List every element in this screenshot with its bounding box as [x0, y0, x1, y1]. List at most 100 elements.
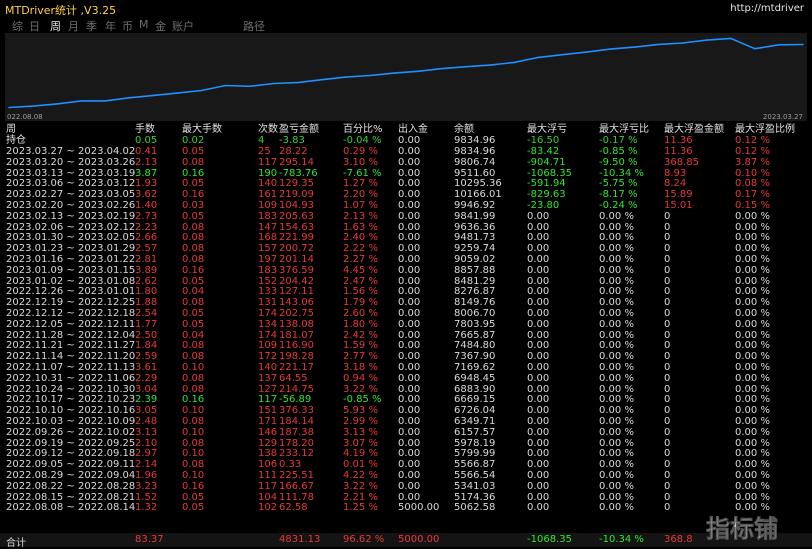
equity-point	[32, 105, 34, 107]
cell-max-loss: 0.00	[527, 372, 550, 384]
equity-point	[489, 64, 492, 66]
equity-point	[465, 65, 468, 68]
total-pnl: 4831.13	[279, 534, 321, 545]
tab-6[interactable]: 币	[122, 18, 133, 34]
cell-pct: 2.13 %	[343, 210, 378, 222]
cell-week: 2022.08.22 ~ 2022.08.28	[6, 480, 136, 492]
tab-9[interactable]: 账户	[172, 18, 194, 34]
cell-week: 2022.10.31 ~ 2022.11.06	[6, 372, 136, 384]
cell-max-loss: 0.00	[527, 480, 550, 492]
equity-point	[104, 100, 106, 102]
total-io: 5000.00	[398, 534, 440, 545]
tab-4[interactable]: 季	[86, 18, 97, 34]
equity-point	[80, 100, 82, 102]
url-link[interactable]: http://mtdriver	[730, 3, 804, 14]
equity-point	[272, 82, 275, 85]
watermark-logo: 指标铺	[706, 515, 779, 543]
cell-max-profit-pct: 0.00 %	[735, 480, 770, 492]
tab-2[interactable]: 周	[50, 18, 61, 34]
cell-max-loss-pct: 0.00 %	[599, 264, 634, 276]
cell-max-lots: 0.05	[182, 502, 205, 514]
equity-point	[393, 72, 395, 74]
equity-point	[296, 81, 299, 84]
cell-lots: 3.89	[135, 264, 158, 276]
equity-point	[633, 46, 636, 48]
equity-point	[152, 94, 155, 97]
cell-max-profit: 0	[664, 264, 671, 276]
cell-max-loss-pct: 0.00 %	[599, 480, 634, 492]
equity-point	[802, 43, 804, 46]
cell-max-loss: 0.00	[527, 502, 550, 514]
title-bar: MTDriver统计 ,V3.25 http://mtdriver	[0, 0, 812, 17]
equity-point	[561, 53, 564, 56]
cell-pnl: 187.38	[279, 426, 314, 438]
cell-balance: 6157.57	[454, 426, 496, 438]
cell-max-profit: 0	[664, 372, 671, 384]
cell-week: 2022.09.26 ~ 2022.10.02	[6, 426, 136, 438]
cell-max-profit: 0	[664, 210, 671, 222]
tab-1[interactable]: 日	[29, 18, 40, 34]
equity-point	[537, 56, 540, 59]
total-pct: 96.62 %	[343, 534, 385, 545]
equity-point	[513, 61, 516, 64]
cell-pct: 3.13 %	[343, 426, 378, 438]
tab-3[interactable]: 月	[68, 18, 79, 34]
cell-lots: 2.29	[135, 372, 158, 384]
cell-max-loss: 0.00	[527, 264, 550, 276]
cell-max-profit: 368.85	[664, 156, 699, 168]
cell-count: 102	[258, 502, 278, 514]
cell-pct: 3.10 %	[343, 156, 378, 168]
table-row[interactable]: 2022.08.08 ~ 2022.08.14 1.32 0.05 102 62.58 1…	[0, 503, 812, 514]
cell-week: 2022.08.08 ~ 2022.08.14	[6, 502, 136, 514]
cell-balance: 9806.74	[454, 156, 496, 168]
cell-max-profit-pct: 0.00 %	[735, 426, 770, 438]
cell-io: 0.00	[398, 426, 421, 438]
tab-0[interactable]: 综	[12, 18, 23, 34]
cell-count: 117	[258, 156, 278, 168]
cell-lots: 1.32	[135, 502, 158, 514]
equity-point	[56, 103, 58, 105]
tab-8[interactable]: 金	[155, 18, 166, 34]
cell-max-profit: 0	[664, 480, 671, 492]
cell-io: 0.00	[398, 372, 421, 384]
cell-max-lots: 0.10	[182, 426, 205, 438]
cell-max-lots: 0.16	[182, 480, 205, 492]
cell-io: 0.00	[398, 210, 421, 222]
cell-pct: 4.45 %	[343, 264, 378, 276]
cell-count: 137	[258, 372, 278, 384]
cell-io: 0.00	[398, 156, 421, 168]
stats-table: 周手数 最大手数 次数 盈亏金额 百分比% 出入金 余额 最大浮亏 最大浮亏比 最大浮盈金额 最大浮…	[0, 123, 812, 547]
equity-point	[248, 85, 251, 88]
cell-max-profit-pct: 0.00 %	[735, 318, 770, 330]
equity-point	[128, 97, 131, 99]
cell-count: 183	[258, 264, 278, 276]
cell-pnl: 138.08	[279, 318, 314, 330]
cell-lots: 2.73	[135, 210, 158, 222]
cell-pnl: 64.55	[279, 372, 308, 384]
cell-balance: 5062.58	[454, 502, 496, 514]
tab-5[interactable]: 年	[105, 18, 116, 34]
cell-max-profit: 0	[664, 426, 671, 438]
cell-pct: 0.94 %	[343, 372, 378, 384]
equity-point	[730, 37, 732, 40]
cell-max-profit-pct: 0.00 %	[735, 502, 770, 514]
equity-point	[681, 42, 684, 44]
tab-7[interactable]: M	[139, 18, 149, 31]
equity-point	[585, 51, 588, 53]
cell-max-lots: 0.05	[182, 210, 205, 222]
equity-point	[417, 70, 419, 73]
cell-max-loss-pct: 0.00 %	[599, 210, 634, 222]
cell-io: 0.00	[398, 480, 421, 492]
cell-max-profit: 0	[664, 502, 671, 514]
total-lots: 83.37	[135, 534, 164, 545]
equity-point	[200, 89, 203, 92]
app-title: MTDriver统计 ,V3.25	[5, 4, 117, 17]
cell-count: 117	[258, 480, 278, 492]
cell-max-lots: 0.05	[182, 318, 205, 330]
equity-point	[176, 92, 179, 94]
tab-10[interactable]: 路径	[243, 18, 265, 34]
cell-io: 5000.00	[398, 502, 440, 514]
cell-balance: 5341.03	[454, 480, 496, 492]
cell-pnl: 376.59	[279, 264, 314, 276]
equity-point	[778, 44, 780, 46]
